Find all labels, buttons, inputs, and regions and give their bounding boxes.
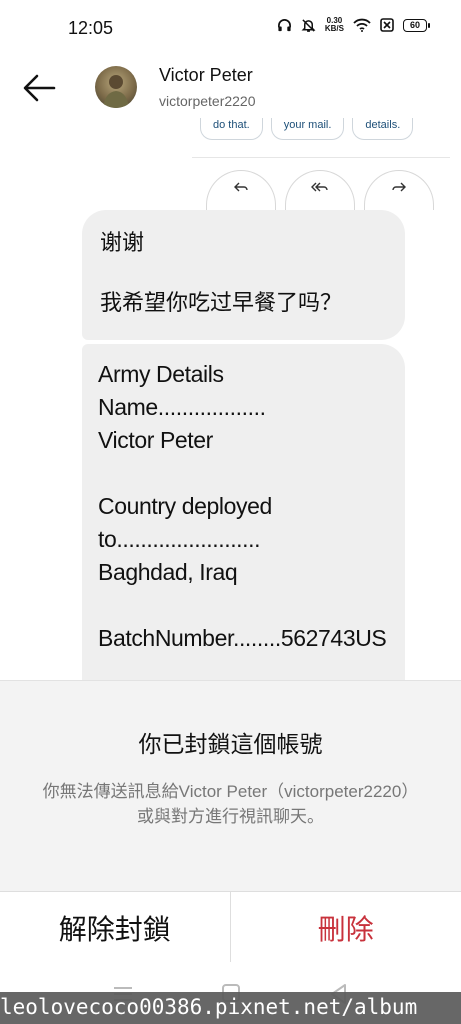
unblock-button[interactable]: 解除封鎖 [0,892,231,964]
forward-icon [392,182,406,192]
blocked-description: 你無法傳送訊息給Victor Peter（victorpeter2220）或與對… [42,782,419,826]
sim-off-icon [380,18,394,32]
wifi-icon [353,18,371,32]
reply-actions [206,170,434,210]
avatar[interactable] [95,66,137,108]
watermark: leolovecoco00386.pixnet.net/album [0,992,461,1024]
suggested-reply-chip[interactable]: do that. [200,118,263,140]
battery-icon: 60 [403,18,430,32]
status-bar: 12:05 0.30 KB/S 60 [0,0,461,56]
divider [192,157,450,158]
message-line: Name.................. [98,394,266,420]
suggested-reply-chip[interactable]: your mail. [270,118,345,140]
net-speed-unit: KB/S [324,24,344,33]
sheet-actions: 解除封鎖 刪除 [0,891,461,964]
bell-off-icon [301,18,316,33]
back-button[interactable] [20,70,60,106]
reply-all-icon [311,182,328,192]
message-thread[interactable]: do that. your mail. details. 谢谢 我希望你吃过早餐… [0,118,461,680]
reply-all-button[interactable] [285,170,355,210]
blocked-title: 你已封鎖這個帳號 [138,731,323,757]
profile-photo [103,75,129,108]
forward-button[interactable] [364,170,434,210]
delete-button[interactable]: 刪除 [231,892,461,964]
suggested-reply-chip[interactable]: details. [352,118,414,140]
reply-button[interactable] [206,170,276,210]
status-time: 12:05 [68,18,114,38]
message-line: Victor Peter [98,427,213,453]
contact-handle: victorpeter2220 [159,93,256,109]
message-bubble[interactable]: 谢谢 我希望你吃过早餐了吗？ [82,210,405,340]
message-line: 我希望你吃过早餐了吗？ [100,290,343,315]
message-line: 谢谢 [100,230,145,255]
chat-header: Victor Peter victorpeter2220 [0,56,461,118]
headphones-icon [277,18,292,33]
net-speed: 0.30 KB/S [325,17,344,33]
arrow-left-icon [23,74,56,102]
status-icons: 0.30 KB/S 60 [277,17,430,33]
message-line: Baghdad, Iraq [98,559,238,585]
contact-name[interactable]: Victor Peter [159,65,253,86]
message-line: Army Details [98,361,224,387]
message-line: to........................ [98,526,261,552]
message-line: BatchNumber........562743US [98,625,387,651]
message-bubble[interactable]: Army Details Name.................. Vict… [82,344,405,680]
message-line: Country deployed [98,493,272,519]
reply-icon [234,182,248,192]
suggested-replies: do that. your mail. details. [200,118,414,140]
